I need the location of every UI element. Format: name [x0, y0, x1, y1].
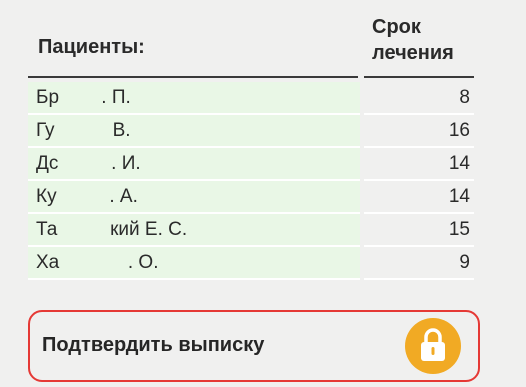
treatment-term: 9 [459, 252, 470, 273]
table-row: Ха . О. 9 [28, 247, 488, 280]
lock-icon [421, 328, 445, 361]
table-row: Ку . А. 14 [28, 181, 488, 214]
patient-name-cell: Гу В. [28, 115, 360, 148]
patient-name-cell: Бр . П. [28, 82, 360, 115]
patient-name-cell: Дс . И. [28, 148, 360, 181]
treatment-term: 8 [459, 87, 470, 108]
treatment-term: 14 [448, 153, 470, 174]
treatment-term-cell: 15 [364, 214, 474, 247]
treatment-term-cell: 16 [364, 115, 474, 148]
patients-header-label: Пациенты: [38, 36, 145, 58]
confirm-discharge-button[interactable]: Подтвердить выписку [28, 310, 480, 382]
patient-name: Ку . А. [36, 186, 138, 207]
table-header: Пациенты: Срок лечения [28, 14, 488, 78]
treatment-term-cell: 9 [364, 247, 474, 280]
treatment-term: 14 [448, 186, 470, 207]
patients-panel: Пациенты: Срок лечения Бр . П. 8 Гу В. 1… [28, 0, 492, 387]
patient-name-cell: Ха . О. [28, 247, 360, 280]
patient-name-cell: Та кий Е. С. [28, 214, 360, 247]
patient-name: Ха . О. [36, 252, 159, 273]
treatment-term-cell: 14 [364, 181, 474, 214]
patient-name: Бр . П. [36, 87, 131, 108]
table-row: Та кий Е. С. 15 [28, 214, 488, 247]
treatment-term-cell: 8 [364, 82, 474, 115]
patient-name-cell: Ку . А. [28, 181, 360, 214]
patients-column-header: Пациенты: [28, 14, 358, 78]
term-column-header: Срок лечения [364, 14, 474, 78]
term-header-line1: Срок [372, 16, 421, 38]
table-row: Гу В. 16 [28, 115, 488, 148]
treatment-term-cell: 14 [364, 148, 474, 181]
treatment-term: 16 [448, 120, 470, 141]
treatment-term: 15 [448, 219, 470, 240]
table-row: Бр . П. 8 [28, 82, 488, 115]
patient-name: Дс . И. [36, 153, 141, 174]
confirm-discharge-label: Подтвердить выписку [42, 334, 265, 356]
lock-button[interactable] [405, 318, 461, 374]
table-row: Дс . И. 14 [28, 148, 488, 181]
patient-name: Та кий Е. С. [36, 219, 188, 240]
term-header-line2: лечения [372, 42, 454, 64]
patient-name: Гу В. [36, 120, 131, 141]
patients-table: Бр . П. 8 Гу В. 16 Дс . И. 14 Ку . А. 14… [28, 82, 488, 280]
